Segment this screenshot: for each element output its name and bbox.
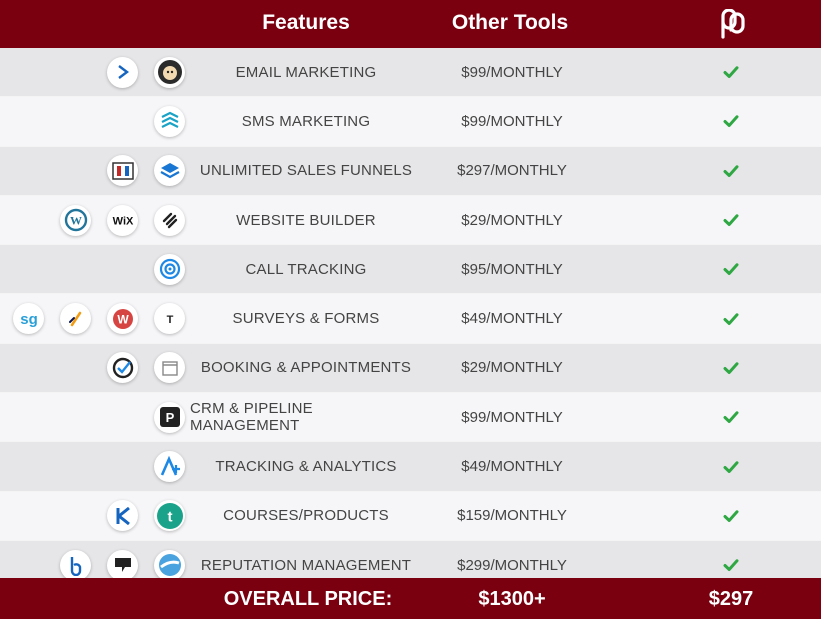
- features-heading: Features: [262, 11, 350, 34]
- feature-row-call-tracking: CALL TRACKING $95/MONTHLY: [0, 245, 821, 295]
- other-tools-price: $49/MONTHLY: [461, 458, 563, 476]
- table-header: Features Other Tools: [0, 0, 821, 48]
- calendar-icon: [154, 352, 185, 384]
- checkmark-icon: [720, 97, 742, 145]
- feature-row-email-marketing: EMAIL MARKETING $99/MONTHLY: [0, 48, 821, 98]
- wordpress-icon: W: [60, 204, 91, 236]
- other-tools-price: $95/MONTHLY: [461, 260, 563, 278]
- mailchimp-icon: [154, 56, 185, 88]
- wix-icon: WiX: [107, 204, 138, 236]
- feature-label: SURVEYS & FORMS: [232, 310, 380, 328]
- tool-icons: P: [154, 393, 185, 441]
- overall-price-label: OVERALL PRICE:: [223, 588, 393, 610]
- activecampaign-icon: [107, 56, 138, 88]
- svg-text:t: t: [167, 508, 172, 525]
- tool-icons: t: [107, 492, 185, 540]
- feature-row-surveys-forms: sg W T SURVEYS & FORMS $49/MONTHLY: [0, 294, 821, 344]
- squarespace-icon: [154, 204, 185, 236]
- svg-text:sg: sg: [20, 311, 38, 328]
- feature-label: CALL TRACKING: [245, 260, 367, 278]
- other-tools-price: $49/MONTHLY: [461, 310, 563, 328]
- other-tools-price: $99/MONTHLY: [461, 408, 563, 426]
- feature-label: COURSES/PRODUCTS: [223, 507, 389, 525]
- feature-label: BOOKING & APPOINTMENTS: [200, 359, 412, 377]
- table-footer: OVERALL PRICE: $1300+ $297: [0, 578, 821, 619]
- checkmark-icon: [720, 442, 742, 490]
- feature-label: UNLIMITED SALES FUNNELS: [199, 162, 413, 180]
- other-tools-heading: Other Tools: [451, 11, 569, 34]
- pricing-comparison: Features Other Tools EMAIL MARKETING $99/…: [0, 0, 821, 619]
- analytics-icon: [154, 451, 185, 483]
- tool-icons: [154, 245, 185, 293]
- feature-row-courses-products: t COURSES/PRODUCTS $159/MONTHLY: [0, 491, 821, 541]
- calltracking-icon: [154, 253, 185, 285]
- feature-rows: EMAIL MARKETING $99/MONTHLY SMS MARKETING $…: [0, 48, 821, 591]
- checkmark-icon: [720, 294, 742, 342]
- tool-icons: [154, 442, 185, 490]
- sms-layers-icon: [154, 105, 185, 137]
- checkmark-icon: [720, 147, 742, 195]
- pipedrive-icon: P: [154, 401, 185, 433]
- checkmark-icon: [720, 245, 742, 293]
- other-tools-price: $99/MONTHLY: [461, 112, 563, 130]
- other-tools-price: $159/MONTHLY: [457, 507, 567, 525]
- brand-logo-icon: [721, 9, 745, 39]
- leadpages-icon: [154, 155, 185, 187]
- svg-text:W: W: [117, 312, 129, 326]
- jotform-icon: [60, 303, 91, 335]
- feature-row-booking-appointments: BOOKING & APPOINTMENTS $29/MONTHLY: [0, 343, 821, 394]
- acuity-icon: [107, 352, 138, 384]
- surveygizmo-icon: sg: [13, 303, 44, 335]
- kajabi-icon: [107, 500, 138, 532]
- birdeye-icon: [60, 549, 91, 581]
- reputation-icon: [154, 549, 185, 581]
- teachable-icon: t: [154, 500, 185, 532]
- feature-label: SMS MARKETING: [241, 112, 371, 130]
- other-tools-price: $99/MONTHLY: [461, 63, 563, 81]
- feature-row-unlimited-sales-funnels: UNLIMITED SALES FUNNELS $297/MONTHLY: [0, 146, 821, 196]
- wufoo-icon: W: [107, 303, 138, 335]
- other-tools-total: $1300+: [478, 588, 546, 610]
- tool-icons: [107, 344, 185, 392]
- podium-icon: [107, 549, 138, 581]
- svg-text:P: P: [165, 410, 174, 425]
- tool-icons: [154, 97, 185, 145]
- feature-row-crm-pipeline-management: P CRM & PIPELINE MANAGEMENT $99/MONTHLY: [0, 393, 821, 443]
- tool-icons: [107, 147, 185, 195]
- svg-text:WiX: WiX: [112, 216, 133, 228]
- typeform-icon: T: [154, 303, 185, 335]
- other-tools-price: $29/MONTHLY: [461, 359, 563, 377]
- other-tools-price: $29/MONTHLY: [461, 211, 563, 229]
- feature-row-website-builder: W WiX WEBSITE BUILDER $29/MONTHLY: [0, 195, 821, 246]
- tool-icons: sg W T: [13, 294, 185, 342]
- other-tools-price: $297/MONTHLY: [457, 162, 567, 180]
- svg-text:W: W: [70, 214, 82, 228]
- feature-label: TRACKING & ANALYTICS: [215, 458, 397, 476]
- feature-label: CRM & PIPELINE MANAGEMENT: [190, 400, 313, 435]
- clickfunnels-icon: [107, 155, 138, 187]
- tool-icons: W WiX: [60, 196, 185, 244]
- feature-label: WEBSITE BUILDER: [236, 211, 376, 229]
- our-total: $297: [708, 588, 754, 610]
- feature-row-tracking-analytics: TRACKING & ANALYTICS $49/MONTHLY: [0, 442, 821, 492]
- checkmark-icon: [720, 393, 742, 441]
- checkmark-icon: [720, 492, 742, 540]
- feature-label: EMAIL MARKETING: [235, 63, 377, 81]
- svg-text:T: T: [166, 314, 173, 326]
- feature-row-sms-marketing: SMS MARKETING $99/MONTHLY: [0, 97, 821, 147]
- tool-icons: [107, 48, 185, 96]
- checkmark-icon: [720, 196, 742, 244]
- checkmark-icon: [720, 344, 742, 392]
- checkmark-icon: [720, 48, 742, 96]
